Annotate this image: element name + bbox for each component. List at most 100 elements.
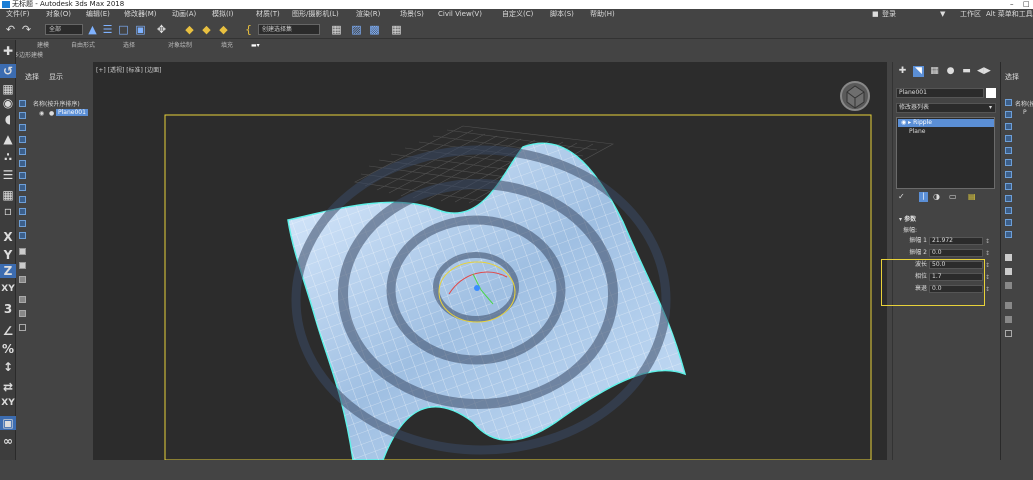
filter-lights-icon[interactable] [19, 124, 26, 131]
grid-icon[interactable]: ▦ [0, 188, 16, 202]
pin-stack-icon[interactable]: ✓ [898, 192, 905, 201]
layer-explorer-icon[interactable]: ▩ [368, 23, 381, 36]
filter-options-icon[interactable] [1005, 316, 1012, 323]
filter-cameras-icon[interactable] [19, 136, 26, 143]
configure-sets-icon[interactable]: ▤ [968, 192, 976, 201]
axis-y-icon[interactable]: Y [0, 248, 16, 262]
column-header-name-right[interactable]: 名称(按 [1015, 99, 1033, 108]
menu-object[interactable]: 对象(O) [46, 9, 71, 20]
menu-help[interactable]: 帮助(H) [590, 9, 615, 20]
funnel-icon[interactable] [1005, 302, 1012, 309]
sign-in-link[interactable]: 登录 [882, 9, 896, 20]
layer-icon[interactable] [19, 324, 26, 331]
spinner-icon[interactable]: ↕ [985, 261, 990, 271]
snap-toggle-icon[interactable]: ∴ [0, 150, 16, 164]
column-header-name[interactable]: 名称(按升序排序) [33, 99, 80, 108]
filter-helpers-icon[interactable] [19, 148, 26, 155]
graphite-tools-icon[interactable]: ▦ [390, 23, 403, 36]
spinner-icon[interactable]: ↕ [985, 249, 990, 259]
filter-spacewarps-icon[interactable] [19, 160, 26, 167]
menu-material[interactable]: 材质(T) [256, 9, 280, 20]
redo-icon[interactable]: ↷ [20, 23, 33, 36]
spinner-icon[interactable]: ↕ [985, 237, 990, 247]
filter-frozen-icon[interactable] [1005, 219, 1012, 226]
stack-item-plane[interactable]: Plane [898, 128, 994, 136]
filter-all-icon[interactable] [1005, 254, 1012, 261]
modifier-list-dropdown[interactable]: 修改器列表 ▾ [896, 103, 996, 113]
snap-3d-icon[interactable]: 3 [0, 302, 16, 316]
filter-frozen-icon[interactable] [19, 220, 26, 227]
selection-lock-icon[interactable]: ▣ [0, 416, 16, 430]
tab-select[interactable]: 选择 [25, 72, 39, 82]
filter-hidden-icon[interactable] [19, 232, 26, 239]
selection-filter-dropdown[interactable]: 全部 [45, 24, 83, 35]
user-icon[interactable]: ■ [872, 9, 879, 20]
menu-graphics-camera[interactable]: 图形/摄影机(L) [292, 9, 339, 20]
restore-button[interactable]: □ [1023, 0, 1030, 9]
hierarchy-icon[interactable]: ▦ [0, 82, 16, 96]
object-color-swatch[interactable] [986, 88, 996, 98]
select-object-icon[interactable]: ▲ [86, 23, 99, 36]
filter-none-icon[interactable] [1005, 268, 1012, 275]
snap-icon[interactable]: ◆ [183, 23, 196, 36]
tab-modeling[interactable]: 建模 [37, 40, 49, 51]
modify-tab-icon[interactable]: ◥ [913, 66, 924, 77]
mirror-tool-icon[interactable]: ⇄ [0, 380, 16, 394]
menu-animation[interactable]: 动画(A) [172, 9, 196, 20]
menu-scene[interactable]: 场景(S) [400, 9, 424, 20]
spinner-icon[interactable]: ↕ [985, 285, 990, 295]
move-icon[interactable]: ✥ [155, 23, 168, 36]
layer-icon[interactable] [1005, 330, 1012, 337]
filter-none-icon[interactable] [19, 262, 26, 269]
filter-bones-icon[interactable] [19, 196, 26, 203]
percent-snap-toggle-icon[interactable]: % [0, 342, 16, 356]
motion-tab-icon[interactable]: ● [945, 66, 956, 77]
menu-edit[interactable]: 编辑(E) [86, 9, 110, 20]
filter-geometry-icon[interactable] [19, 100, 26, 107]
select-by-name-icon[interactable]: ☰ [101, 23, 114, 36]
axis-xy-icon[interactable]: XY [0, 282, 16, 296]
filter-groups-icon[interactable] [1005, 171, 1012, 178]
workspace-select[interactable]: Alt 菜单和工具 [986, 9, 1033, 20]
filter-xrefs-icon[interactable] [1005, 183, 1012, 190]
display-tab-icon[interactable]: ▬ [961, 66, 972, 77]
menu-file[interactable]: 文件(F) [6, 9, 30, 20]
filter-geometry-icon[interactable] [1005, 99, 1012, 106]
filter-helpers-icon[interactable] [1005, 147, 1012, 154]
tab-object-paint[interactable]: 对象绘制 [168, 40, 192, 51]
list-item[interactable]: Plane001 [56, 109, 88, 116]
stack-item-ripple[interactable]: ◉ ▸ Ripple [898, 119, 994, 127]
funnel-icon[interactable] [19, 296, 26, 303]
show-end-result-icon[interactable]: | [919, 192, 928, 202]
menu-civil-view[interactable]: Civil View(V) [438, 9, 482, 20]
filter-all-icon[interactable] [19, 248, 26, 255]
utilities-icon[interactable]: ▲ [0, 132, 16, 146]
percent-snap-icon[interactable]: ◆ [217, 23, 230, 36]
rollout-title[interactable]: ▾ 参数 [899, 214, 916, 223]
tab-select-right[interactable]: 选择 [1005, 72, 1019, 82]
align-icon[interactable]: ▨ [350, 23, 363, 36]
filter-invert-icon[interactable] [1005, 282, 1012, 289]
array-icon[interactable]: XY [0, 396, 16, 410]
modify-icon[interactable]: ↺ [0, 64, 16, 78]
edit-named-selection-icon[interactable]: { [242, 23, 255, 36]
create-icon[interactable]: ✚ [0, 44, 16, 58]
filter-containers-icon[interactable] [19, 208, 26, 215]
eye-icon[interactable]: ◉ [901, 119, 906, 126]
filter-cameras-icon[interactable] [1005, 135, 1012, 142]
list-item[interactable]: P [1023, 109, 1027, 116]
minimize-button[interactable]: – [1010, 0, 1014, 9]
isolate-icon[interactable]: ∞ [0, 434, 16, 448]
motion-icon[interactable]: ◉ [0, 96, 16, 110]
tab-freeform[interactable]: 自由形式 [71, 40, 95, 51]
axis-z-icon[interactable]: Z [0, 264, 16, 278]
mirror-icon[interactable]: ▦ [330, 23, 343, 36]
filter-options-icon[interactable] [19, 310, 26, 317]
filter-xrefs-icon[interactable] [19, 184, 26, 191]
spinner-snap-icon[interactable]: ↕ [0, 360, 16, 374]
visibility-eye-icon[interactable]: ◉ [39, 110, 44, 117]
menu-render[interactable]: 渲染(R) [356, 9, 380, 20]
filter-spacewarps-icon[interactable] [1005, 159, 1012, 166]
rectangular-selection-icon[interactable]: □ [117, 23, 130, 36]
ribbon-options-icon[interactable]: ▬▾ [251, 40, 260, 51]
